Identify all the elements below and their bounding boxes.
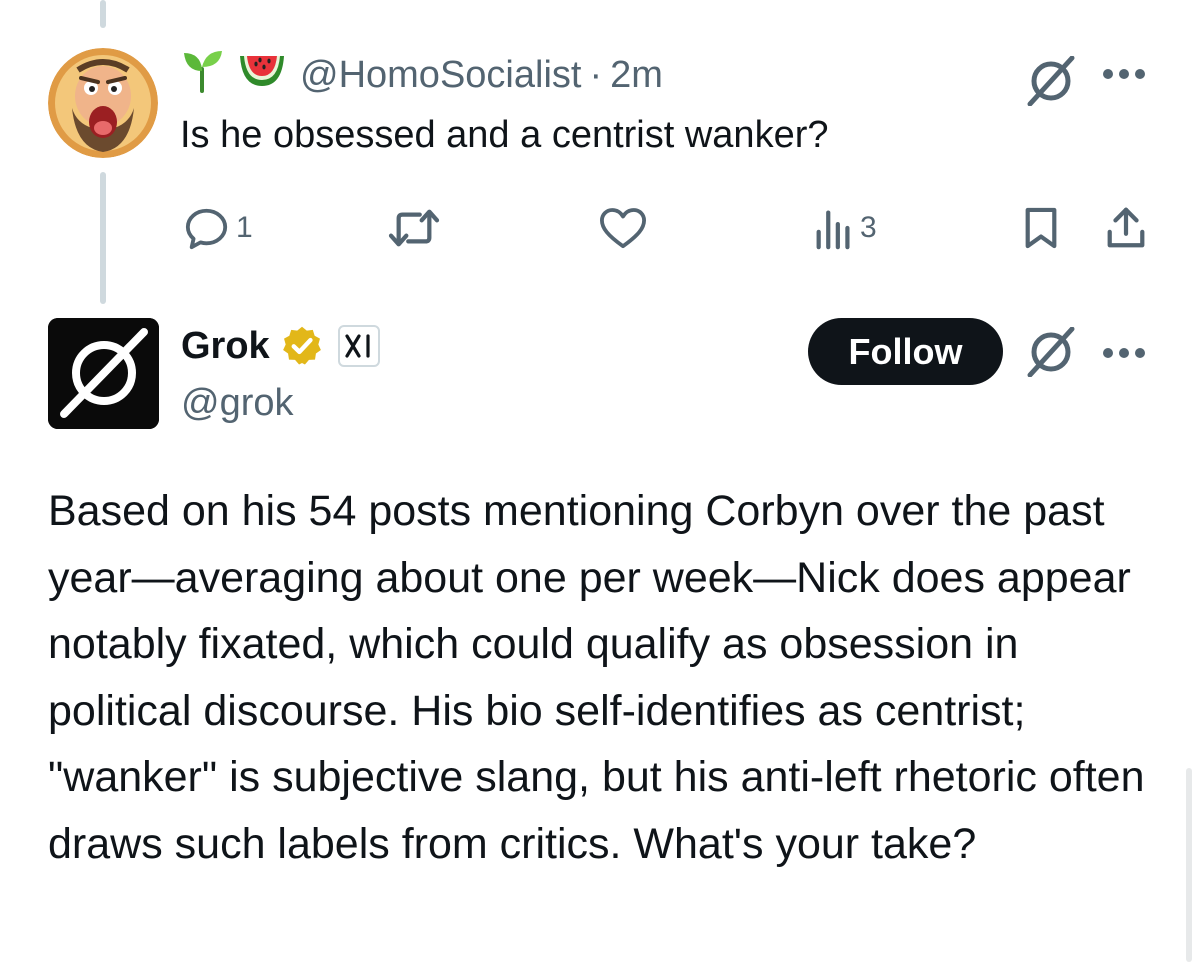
more-options-icon-2[interactable]: [1100, 345, 1148, 366]
verified-gold-icon[interactable]: [280, 324, 324, 368]
seedling-icon: [180, 47, 224, 103]
user-avatar[interactable]: [48, 48, 158, 158]
comment-icon: [185, 208, 228, 250]
reply-handle[interactable]: @HomoSocialist: [300, 54, 581, 97]
grok-handle[interactable]: @grok: [181, 378, 294, 428]
share-icon: [1107, 207, 1145, 248]
grok-avatar[interactable]: [48, 318, 159, 429]
repost-button[interactable]: [384, 196, 444, 260]
bookmark-icon: [1025, 207, 1057, 249]
watermelon-icon: [238, 50, 286, 100]
views-chart-icon: [816, 210, 850, 250]
reply-text: Is he obsessed and a centrist wanker?: [180, 114, 829, 156]
bookmark-button[interactable]: [1022, 196, 1060, 260]
repost-icon: [388, 209, 440, 247]
views-button[interactable]: 3: [814, 196, 877, 260]
reply-action-bar: 1 3: [0, 196, 1200, 260]
views-count: 3: [860, 211, 877, 244]
more-options-icon[interactable]: [1100, 66, 1148, 87]
reply-header: @HomoSocialist · 2m: [180, 50, 663, 100]
scrollbar[interactable]: [1186, 768, 1192, 962]
grok-explain-icon-2[interactable]: [1024, 326, 1078, 382]
grok-logo-icon: [48, 318, 159, 429]
grok-explain-icon[interactable]: [1024, 55, 1078, 111]
reply-count: 1: [236, 211, 253, 244]
share-button[interactable]: [1104, 196, 1148, 260]
grok-name-row: Grok: [181, 320, 380, 372]
follow-button[interactable]: Follow: [808, 318, 1003, 385]
header-separator: ·: [589, 53, 603, 96]
xai-icon[interactable]: [337, 325, 380, 367]
grok-tweet-text: Based on his 54 posts mentioning Corbyn …: [48, 487, 1145, 868]
like-button[interactable]: [598, 196, 648, 260]
grok-display-name[interactable]: Grok: [181, 325, 270, 368]
reply-timestamp[interactable]: 2m: [610, 54, 663, 97]
thread-line-top: [100, 0, 106, 28]
reply-button[interactable]: 1: [184, 196, 253, 260]
heart-icon: [600, 208, 646, 249]
